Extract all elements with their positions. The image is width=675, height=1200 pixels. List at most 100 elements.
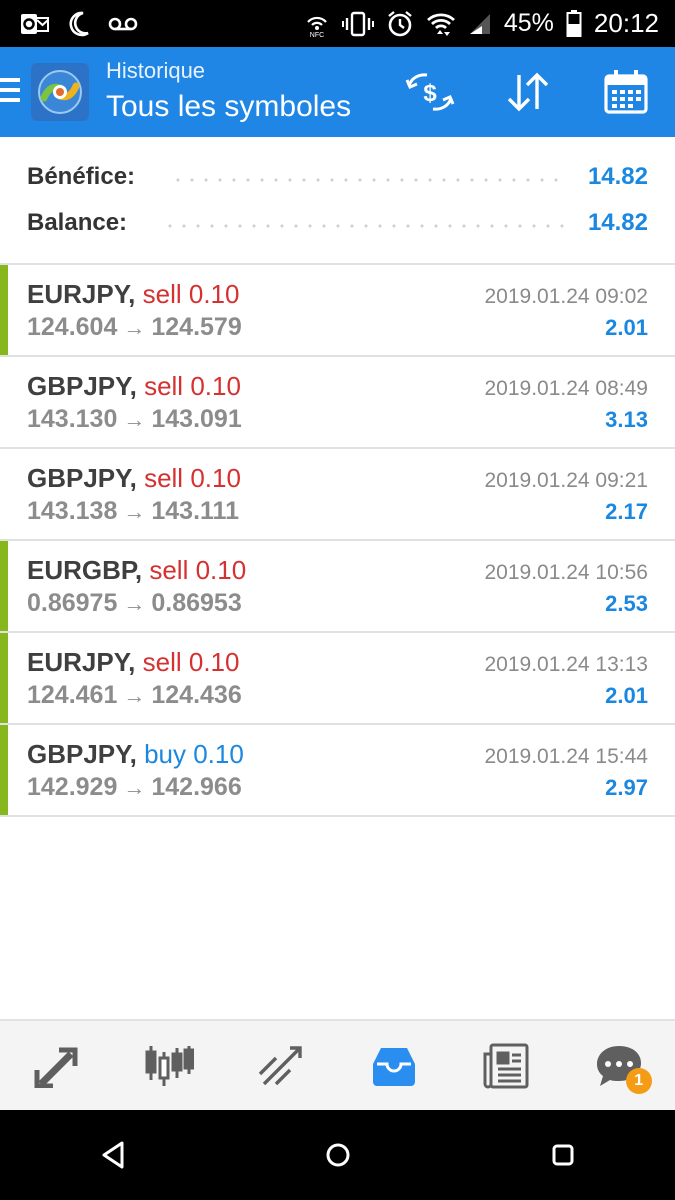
close-price: 143.111 xyxy=(151,497,239,525)
moon-icon xyxy=(68,9,90,39)
trade-prices: 0.86975 → 0.86953 xyxy=(27,589,242,618)
app-header: Historique Tous les symboles $ xyxy=(0,47,675,137)
trade-history-list: EURJPY, sell 0.10 124.604 → 124.579 2019.0… xyxy=(0,265,675,817)
trade-row[interactable]: GBPJPY, sell 0.10 143.130 → 143.091 2019.0… xyxy=(0,357,675,449)
trade-prices: 124.461 → 124.436 xyxy=(27,681,242,710)
balance-label: Balance: xyxy=(27,209,128,236)
trade-row[interactable]: EURJPY, sell 0.10 124.604 → 124.579 2019.0… xyxy=(0,265,675,357)
system-nav-bar xyxy=(0,1110,675,1200)
profit-label: Bénéfice: xyxy=(27,163,136,190)
trade-profit: 2.97 xyxy=(605,775,648,800)
trade-date: 2019.01.24 08:49 xyxy=(484,377,649,400)
battery-percent: 45% xyxy=(503,9,554,37)
trade-side: buy xyxy=(144,739,186,769)
chat-icon[interactable]: 1 xyxy=(579,1026,659,1106)
trade-profit: 2.01 xyxy=(605,315,648,340)
trade-profit: 2.53 xyxy=(605,591,648,616)
sort-icon[interactable] xyxy=(503,67,553,117)
profit-value: 14.82 xyxy=(587,163,648,190)
chat-unread-badge: 1 xyxy=(625,1067,652,1094)
trade-side: sell xyxy=(142,279,182,309)
arrow-right-icon: → xyxy=(123,775,146,800)
svg-text:NFC: NFC xyxy=(310,32,324,38)
news-icon[interactable] xyxy=(466,1026,546,1106)
trade-symbol: GBPJPY, xyxy=(27,739,137,769)
calendar-icon[interactable] xyxy=(601,67,651,117)
trade-symbol: EURGBP, xyxy=(27,555,143,585)
trade-date: 2019.01.24 09:02 xyxy=(484,285,649,308)
history-icon[interactable] xyxy=(354,1026,434,1106)
trade-symbol: GBPJPY, xyxy=(27,371,137,401)
trade-profit: 3.13 xyxy=(605,407,648,432)
trade-title: GBPJPY, sell 0.10 xyxy=(27,371,241,402)
battery-icon xyxy=(566,9,582,39)
profit-row: Bénéfice: 14.82 xyxy=(27,157,648,197)
menu-icon[interactable] xyxy=(0,78,22,106)
header-actions: $ xyxy=(405,67,651,117)
status-right: NFC 45% 20:12 xyxy=(304,8,659,39)
app-screen: NFC 45% 20:12 Historique Tous les symbol… xyxy=(0,0,675,1200)
svg-text:$: $ xyxy=(423,80,437,107)
trade-row[interactable]: GBPJPY, sell 0.10 143.138 → 143.111 2019.0… xyxy=(0,449,675,541)
trade-row[interactable]: EURGBP, sell 0.10 0.86975 → 0.86953 2019.0… xyxy=(0,541,675,633)
trade-lot: 0.10 xyxy=(188,647,240,677)
trade-lot: 0.10 xyxy=(190,463,241,493)
close-price: 0.86953 xyxy=(151,589,242,617)
nfc-icon: NFC xyxy=(304,9,330,39)
clock: 20:12 xyxy=(593,8,659,38)
close-price: 124.436 xyxy=(151,681,242,709)
back-icon[interactable] xyxy=(83,1125,143,1185)
header-titles: Historique Tous les symboles xyxy=(106,57,351,127)
trade-row[interactable]: GBPJPY, buy 0.10 142.929 → 142.966 2019.01… xyxy=(0,725,675,817)
trade-prices: 143.138 → 143.111 xyxy=(27,497,239,526)
arrow-right-icon: → xyxy=(123,499,146,524)
arrow-right-icon: → xyxy=(123,315,146,340)
open-price: 143.138 xyxy=(27,497,118,525)
trade-profit: 2.17 xyxy=(605,499,648,524)
trade-accent-bar xyxy=(0,541,8,631)
trade-title: EURJPY, sell 0.10 xyxy=(27,647,239,678)
signal-icon xyxy=(468,9,492,39)
quotes-icon[interactable] xyxy=(16,1026,96,1106)
leader-dots xyxy=(163,224,564,228)
trade-symbol: EURJPY, xyxy=(27,279,136,309)
voicemail-icon xyxy=(108,9,138,39)
bottom-nav: 1 xyxy=(0,1019,675,1110)
trade-date: 2019.01.24 13:13 xyxy=(484,653,649,676)
recents-icon[interactable] xyxy=(533,1125,593,1185)
balance-row: Balance: 14.82 xyxy=(27,203,648,243)
trade-lot: 0.10 xyxy=(193,739,244,769)
chart-icon[interactable] xyxy=(129,1026,209,1106)
trade-date: 2019.01.24 10:56 xyxy=(484,561,649,584)
trade-row[interactable]: EURJPY, sell 0.10 124.461 → 124.436 2019.0… xyxy=(0,633,675,725)
trade-side: sell xyxy=(144,463,184,493)
trade-accent-bar xyxy=(0,725,8,815)
trade-profit: 2.01 xyxy=(605,683,648,708)
trade-accent-bar xyxy=(0,633,8,723)
alarm-icon xyxy=(386,9,414,39)
home-icon[interactable] xyxy=(308,1125,368,1185)
open-price: 124.461 xyxy=(27,681,118,709)
balance-value: 14.82 xyxy=(587,209,648,236)
trade-prices: 143.130 → 143.091 xyxy=(27,405,242,434)
symbol-filter-title[interactable]: Tous les symboles xyxy=(106,87,351,127)
status-left xyxy=(20,9,138,39)
trade-side: sell xyxy=(149,555,189,585)
trade-date: 2019.01.24 09:21 xyxy=(484,469,649,492)
trade-icon[interactable] xyxy=(241,1026,321,1106)
open-price: 124.604 xyxy=(27,313,118,341)
status-bar: NFC 45% 20:12 xyxy=(0,0,675,47)
leader-dots xyxy=(171,178,564,182)
trade-accent-bar xyxy=(0,265,8,355)
arrow-right-icon: → xyxy=(123,591,146,616)
trade-title: EURJPY, sell 0.10 xyxy=(27,279,239,310)
trade-side: sell xyxy=(144,371,184,401)
trade-prices: 124.604 → 124.579 xyxy=(27,313,242,342)
trade-title: EURGBP, sell 0.10 xyxy=(27,555,246,586)
currency-exchange-icon[interactable]: $ xyxy=(405,67,455,117)
history-summary: Bénéfice: 14.82 Balance: 14.82 xyxy=(0,137,675,265)
close-price: 124.579 xyxy=(151,313,242,341)
open-price: 0.86975 xyxy=(27,589,118,617)
vibrate-icon xyxy=(341,9,374,39)
close-price: 143.091 xyxy=(151,405,242,433)
